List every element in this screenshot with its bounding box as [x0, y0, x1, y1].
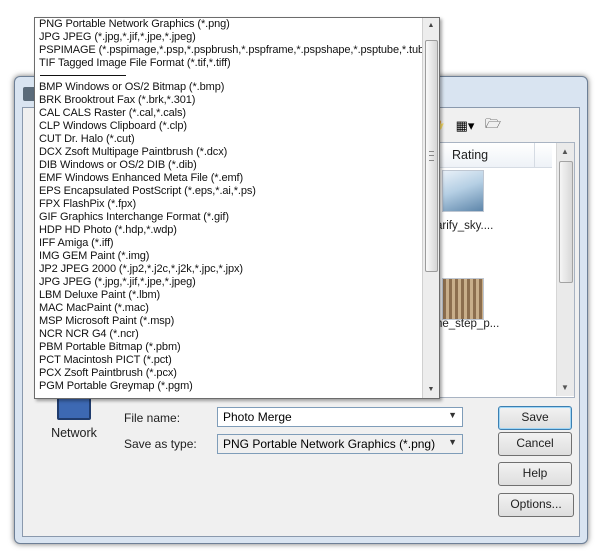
file-type-option[interactable]: JPG JPEG (*.jpg,*.jif,*.jpe,*.jpeg)	[35, 276, 421, 289]
file-name-label[interactable]: ne_step_p...	[436, 318, 499, 330]
file-type-option[interactable]: PBM Portable Bitmap (*.pbm)	[35, 341, 421, 354]
list-separator	[35, 70, 421, 81]
file-type-option[interactable]: FPX FlashPix (*.fpx)	[35, 198, 421, 211]
file-type-option[interactable]: CUT Dr. Halo (*.cut)	[35, 133, 421, 146]
file-type-list: PNG Portable Network Graphics (*.png) JP…	[35, 18, 428, 393]
file-type-option[interactable]: PSPIMAGE (*.pspimage,*.psp,*.pspbrush,*.…	[35, 44, 428, 57]
scroll-down-icon[interactable]: ▼	[423, 382, 439, 398]
chevron-down-icon[interactable]: ▼	[448, 437, 457, 447]
chevron-down-icon[interactable]: ▼	[448, 410, 457, 420]
cancel-button[interactable]: Cancel	[498, 432, 572, 456]
column-header-label: Rating	[452, 148, 489, 162]
save-button[interactable]: Save	[498, 406, 572, 430]
folder-up-icon[interactable]: 🗁	[484, 116, 502, 134]
scroll-thumb[interactable]	[425, 40, 438, 272]
file-type-option[interactable]: TIF Tagged Image File Format (*.tif,*.ti…	[35, 57, 421, 70]
views-menu-icon[interactable]: ▦▾	[452, 118, 478, 134]
file-name-value: Photo Merge	[223, 410, 292, 424]
file-type-option[interactable]: PCT Macintosh PICT (*.pct)	[35, 354, 421, 367]
file-type-option[interactable]: CLP Windows Clipboard (*.clp)	[35, 120, 421, 133]
file-type-option[interactable]: BRK Brooktrout Fax (*.brk,*.301)	[35, 94, 421, 107]
scroll-up-icon[interactable]: ▲	[561, 147, 569, 156]
save-as-type-select[interactable]: PNG Portable Network Graphics (*.png) ▼	[217, 434, 463, 454]
file-name-combobox[interactable]: Photo Merge ▼	[217, 407, 463, 427]
file-type-option[interactable]: BMP Windows or OS/2 Bitmap (*.bmp)	[35, 81, 421, 94]
file-type-option[interactable]: JP2 JPEG 2000 (*.jp2,*.j2c,*.j2k,*.jpc,*…	[35, 263, 421, 276]
dropdown-scrollbar[interactable]: ▲ ▼	[422, 18, 439, 398]
file-type-dropdown[interactable]: PNG Portable Network Graphics (*.png) JP…	[34, 17, 440, 399]
file-name-label[interactable]: arify_sky....	[436, 220, 493, 232]
file-type-option[interactable]: IFF Amiga (*.iff)	[35, 237, 421, 250]
file-type-option[interactable]: LBM Deluxe Paint (*.lbm)	[35, 289, 421, 302]
file-type-option[interactable]: MSP Microsoft Paint (*.msp)	[35, 315, 421, 328]
file-type-option[interactable]: MAC MacPaint (*.mac)	[35, 302, 421, 315]
file-type-option[interactable]: PGM Portable Greymap (*.pgm)	[35, 380, 421, 393]
places-network[interactable]: Network	[40, 394, 108, 440]
grip-icon	[429, 151, 434, 161]
save-as-type-label: Save as type:	[124, 437, 197, 451]
column-header-rating[interactable]: Rating	[422, 143, 552, 168]
scroll-thumb[interactable]	[559, 161, 573, 283]
network-label: Network	[51, 426, 97, 440]
file-type-option[interactable]: GIF Graphics Interchange Format (*.gif)	[35, 211, 421, 224]
file-type-option[interactable]: HDP HD Photo (*.hdp,*.wdp)	[35, 224, 421, 237]
help-button[interactable]: Help	[498, 462, 572, 486]
file-type-option[interactable]: EMF Windows Enhanced Meta File (*.emf)	[35, 172, 421, 185]
file-name-label: File name:	[124, 411, 181, 425]
column-separator[interactable]	[534, 143, 535, 167]
options-button[interactable]: Options...	[498, 493, 574, 517]
file-list-scrollbar[interactable]: ▲ ▼	[556, 143, 574, 396]
file-thumbnail[interactable]	[442, 170, 484, 212]
file-type-option[interactable]: DIB Windows or OS/2 DIB (*.dib)	[35, 159, 421, 172]
save-as-type-value: PNG Portable Network Graphics (*.png)	[223, 437, 436, 451]
file-type-option[interactable]: EPS Encapsulated PostScript (*.eps,*.ai,…	[35, 185, 421, 198]
file-type-option[interactable]: PNG Portable Network Graphics (*.png)	[35, 18, 421, 31]
file-thumbnail[interactable]	[442, 278, 484, 320]
file-type-option[interactable]: CAL CALS Raster (*.cal,*.cals)	[35, 107, 421, 120]
scroll-up-icon[interactable]: ▲	[423, 18, 439, 34]
file-type-option[interactable]: PCX Zsoft Paintbrush (*.pcx)	[35, 367, 421, 380]
file-type-option[interactable]: JPG JPEG (*.jpg,*.jif,*.jpe,*.jpeg)	[35, 31, 421, 44]
file-list: Rating arify_sky.... ne_step_p... ▲ ▼	[421, 142, 575, 398]
file-type-option[interactable]: IMG GEM Paint (*.img)	[35, 250, 421, 263]
file-type-option[interactable]: NCR NCR G4 (*.ncr)	[35, 328, 421, 341]
file-type-option[interactable]: DCX Zsoft Multipage Paintbrush (*.dcx)	[35, 146, 421, 159]
scroll-down-icon[interactable]: ▼	[561, 383, 569, 392]
